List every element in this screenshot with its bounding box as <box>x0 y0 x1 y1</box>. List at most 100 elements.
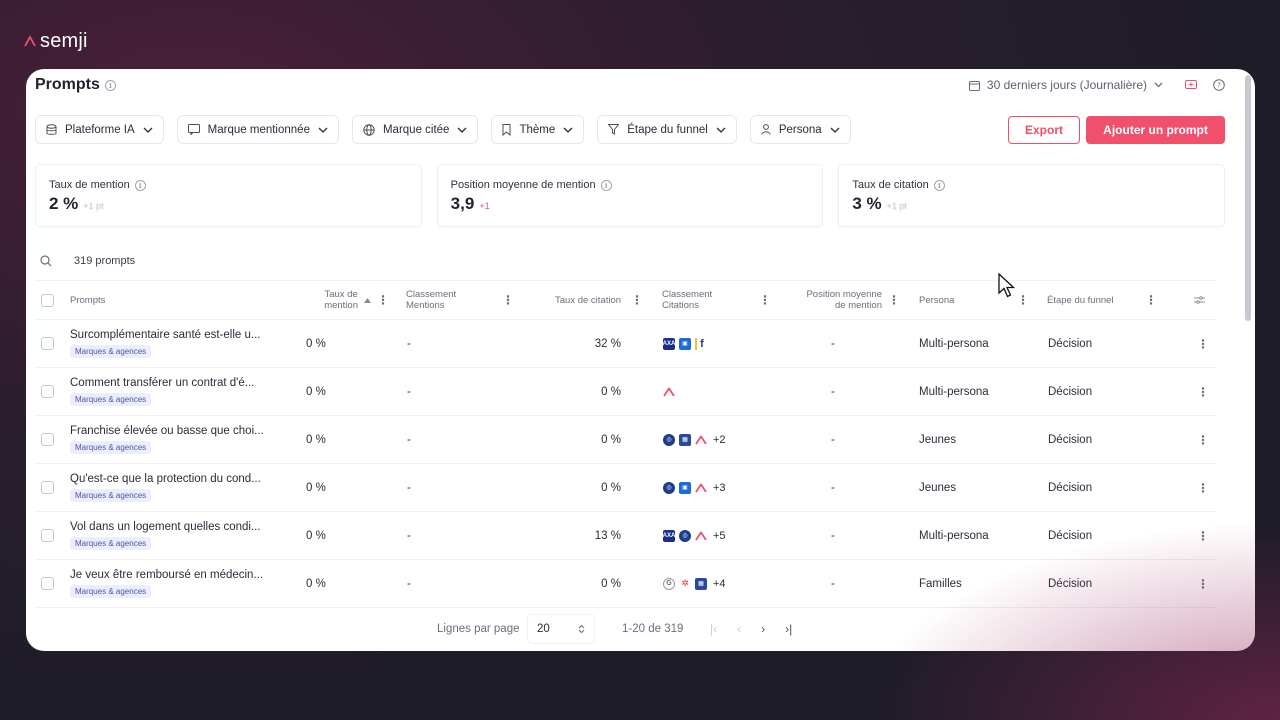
semji-logo-icon <box>695 530 707 540</box>
column-header-taux-citation[interactable]: Taux de citation ⋮ <box>555 281 643 319</box>
classement-mentions-value: - <box>407 577 411 590</box>
info-icon[interactable]: i <box>134 179 146 191</box>
export-button[interactable]: Export <box>1008 115 1080 144</box>
kpi-delta: +1 <box>479 201 490 211</box>
info-icon[interactable]: i <box>600 179 612 191</box>
persona-value: Multi-persona <box>919 385 989 398</box>
column-header-classement-citations[interactable]: Classement Citations ⋮ <box>662 281 771 319</box>
row-checkbox[interactable] <box>41 433 54 446</box>
filter-marque-mentionnee[interactable]: Marque mentionnée <box>176 115 339 144</box>
next-page-icon[interactable]: › <box>761 622 765 636</box>
table-row[interactable]: Surcomplémentaire santé est-elle u... Mar… <box>35 320 1216 368</box>
column-settings-icon[interactable] <box>1194 296 1205 304</box>
taux-citation-value: 0 % <box>601 481 621 494</box>
column-header-etape-funnel[interactable]: Étape du funnel ⋮ <box>1047 281 1157 319</box>
column-menu-icon[interactable]: ⋮ <box>888 294 900 306</box>
select-all-checkbox[interactable] <box>41 293 54 307</box>
header-line: Persona <box>919 294 955 306</box>
filter-persona[interactable]: Persona <box>749 115 851 144</box>
prompt-text[interactable]: Surcomplémentaire santé est-elle u... <box>70 329 260 341</box>
brand-circle-logo-icon: ◎ <box>663 433 675 446</box>
taux-mention-value: 0 % <box>306 337 326 350</box>
more-citations-count[interactable]: +3 <box>713 482 726 494</box>
info-icon[interactable]: i <box>933 179 945 191</box>
row-checkbox[interactable] <box>41 337 54 350</box>
persona-value: Multi-persona <box>919 337 989 350</box>
last-page-icon[interactable]: ›| <box>785 622 792 636</box>
row-menu-icon[interactable]: ⋮ <box>1197 482 1209 494</box>
kpi-value: 2 % <box>49 194 79 213</box>
taux-mention-value: 0 % <box>306 385 326 398</box>
more-citations-count[interactable]: +4 <box>713 578 726 590</box>
info-icon[interactable]: i <box>104 79 116 91</box>
svg-text:?: ? <box>1217 82 1221 90</box>
table-row[interactable]: Comment transférer un contrat d'é... Marq… <box>35 368 1216 416</box>
prompt-text[interactable]: Je veux être remboursé en médecin... <box>70 569 263 581</box>
filter-etape-funnel[interactable]: Étape du funnel <box>597 115 737 144</box>
column-header-classement-mentions[interactable]: Classement Mentions ⋮ <box>406 281 514 319</box>
table-row[interactable]: Qu'est-ce que la protection du cond... Ma… <box>35 464 1216 512</box>
brand-circle-logo-icon: ◎ <box>679 529 691 542</box>
classement-mentions-value: - <box>407 385 411 398</box>
table-row[interactable]: Je veux être remboursé en médecin... Marq… <box>35 560 1216 608</box>
classement-mentions-value: - <box>407 529 411 542</box>
more-citations-count[interactable]: +2 <box>713 434 726 446</box>
column-menu-icon[interactable]: ⋮ <box>1145 294 1157 306</box>
kpi-delta: +1 pt <box>886 201 907 211</box>
position-value: - <box>831 481 835 494</box>
column-menu-icon[interactable]: ⋮ <box>502 294 514 306</box>
row-menu-icon[interactable]: ⋮ <box>1197 434 1209 446</box>
filter-label: Marque citée <box>382 123 450 136</box>
message-icon <box>187 124 200 135</box>
filter-plateforme-ia[interactable]: Plateforme IA <box>35 115 164 144</box>
more-citations-count[interactable]: +5 <box>713 530 726 542</box>
rows-per-page-value: 20 <box>537 623 550 635</box>
column-menu-icon[interactable]: ⋮ <box>1017 294 1029 306</box>
rows-per-page-select[interactable]: 20 <box>527 614 595 644</box>
row-menu-icon[interactable]: ⋮ <box>1197 578 1209 590</box>
taux-mention-value: 0 % <box>306 529 326 542</box>
search-bar[interactable]: 319 prompts <box>40 255 135 267</box>
filter-theme[interactable]: Thème <box>491 115 585 144</box>
table-row[interactable]: Vol dans un logement quelles condi... Mar… <box>35 512 1216 560</box>
help-icon[interactable]: ? <box>1213 79 1225 91</box>
table-row[interactable]: Franchise élevée ou basse que choi... Mar… <box>35 416 1216 464</box>
row-menu-icon[interactable]: ⋮ <box>1197 386 1209 398</box>
add-prompt-button[interactable]: Ajouter un prompt <box>1086 115 1225 144</box>
filter-marque-citee[interactable]: Marque citée <box>351 115 479 144</box>
column-header-taux-mention[interactable]: Taux de mention ⋮ <box>305 281 389 319</box>
prompt-text[interactable]: Comment transférer un contrat d'é... <box>70 377 254 389</box>
position-value: - <box>831 433 835 446</box>
column-menu-icon[interactable]: ⋮ <box>759 294 771 306</box>
row-menu-icon[interactable]: ⋮ <box>1197 530 1209 542</box>
filter-label: Marque mentionnée <box>207 123 310 136</box>
row-checkbox[interactable] <box>41 577 54 590</box>
citation-icons: AXA ▣ f <box>663 320 707 367</box>
prev-page-icon[interactable]: ‹ <box>737 622 741 636</box>
row-checkbox[interactable] <box>41 529 54 542</box>
etape-value: Décision <box>1048 385 1093 398</box>
feedback-icon[interactable] <box>1185 79 1197 91</box>
semji-logo-icon <box>24 35 36 47</box>
row-checkbox[interactable] <box>41 385 54 398</box>
prompts-table: Prompts Taux de mention ⋮ Classement Menti… <box>35 280 1216 608</box>
kpi-row: Taux de mention i 2 % +1 pt Position moyen… <box>35 164 1226 227</box>
classement-mentions-value: - <box>407 433 411 446</box>
row-menu-icon[interactable]: ⋮ <box>1197 338 1209 350</box>
theme-tag: Marques & agences <box>70 345 152 358</box>
column-header-position-moyenne[interactable]: Position moyenne de mention ⋮ <box>802 281 900 319</box>
vertical-scrollbar[interactable] <box>1245 75 1251 321</box>
prompt-text[interactable]: Vol dans un logement quelles condi... <box>70 521 261 533</box>
axa-logo-icon: AXA <box>663 529 675 542</box>
column-menu-icon[interactable]: ⋮ <box>377 294 389 306</box>
prompt-text[interactable]: Franchise élevée ou basse que choi... <box>70 425 264 437</box>
theme-tag: Marques & agences <box>70 489 152 502</box>
kpi-label: Taux de citation <box>852 179 929 191</box>
column-header-prompts[interactable]: Prompts <box>70 295 105 306</box>
prompt-text[interactable]: Qu'est-ce que la protection du cond... <box>70 473 261 485</box>
chevron-down-icon <box>830 127 840 133</box>
first-page-icon[interactable]: |‹ <box>710 622 717 636</box>
column-menu-icon[interactable]: ⋮ <box>631 294 643 306</box>
date-range-selector[interactable]: 30 derniers jours (Journalière) <box>968 78 1163 92</box>
row-checkbox[interactable] <box>41 481 54 494</box>
